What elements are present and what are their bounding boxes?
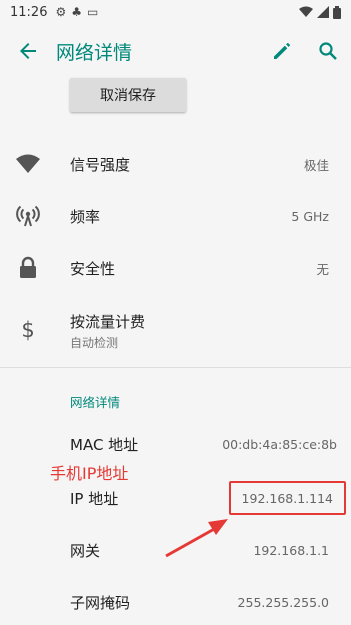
gateway-value: 192.168.1.1 <box>253 542 329 558</box>
frequency-value: 5 GHz <box>291 208 329 224</box>
gateway-label: 网关 <box>70 541 101 560</box>
signal-strength-value: 极佳 <box>303 157 329 173</box>
ip-address-label: IP 地址 <box>70 489 119 508</box>
status-time: 11:26 <box>10 4 48 20</box>
clover-icon: ♣ <box>71 5 82 19</box>
search-button[interactable] <box>305 24 351 78</box>
app-bar: 网络详情 <box>0 24 351 78</box>
row-metered[interactable]: $ 按流量计费 自动检测 <box>0 308 351 350</box>
subnet-mask-label: 子网掩码 <box>70 593 131 612</box>
row-frequency[interactable]: 频率 5 GHz <box>0 198 351 234</box>
row-gateway: 网关 192.168.1.1 <box>0 536 351 564</box>
battery-icon <box>333 5 341 19</box>
row-subnet-mask: 子网掩码 255.255.255.0 <box>0 588 351 616</box>
section-header: 网络详情 <box>70 395 121 410</box>
edit-pencil-icon <box>274 42 291 59</box>
gear-icon: ⚙ <box>55 5 67 19</box>
edit-button[interactable] <box>259 24 305 78</box>
antenna-icon <box>16 204 40 228</box>
lock-icon <box>16 256 40 280</box>
divider <box>0 367 351 368</box>
security-label: 安全性 <box>70 259 116 278</box>
mac-address-value: 00:db:4a:85:ce:8b <box>222 436 337 452</box>
security-value: 无 <box>316 261 329 277</box>
metered-sub: 自动检测 <box>70 336 119 350</box>
signal-icon <box>317 6 329 18</box>
annotation-label: 手机IP地址 <box>50 464 129 483</box>
back-button[interactable] <box>0 24 56 78</box>
signal-strength-label: 信号强度 <box>70 155 131 174</box>
status-bar: 11:26 ⚙ ♣ ▭ <box>0 0 351 24</box>
subnet-mask-value: 255.255.255.0 <box>237 594 329 610</box>
frequency-label: 频率 <box>70 207 101 226</box>
row-signal-strength[interactable]: 信号强度 极佳 <box>0 146 351 182</box>
search-icon <box>319 42 337 60</box>
dollar-icon: $ <box>21 318 35 342</box>
wifi-signal-icon <box>16 152 40 176</box>
mac-address-label: MAC 地址 <box>70 435 139 454</box>
row-security[interactable]: 安全性 无 <box>0 250 351 286</box>
cancel-save-button[interactable]: 取消保存 <box>70 78 186 112</box>
annotation-highlight-box <box>229 481 346 515</box>
page-title: 网络详情 <box>56 41 133 64</box>
monitor-icon: ▭ <box>87 5 99 19</box>
back-arrow-icon <box>20 43 36 59</box>
metered-label: 按流量计费 <box>70 313 146 331</box>
row-mac-address: MAC 地址 00:db:4a:85:ce:8b <box>0 430 351 458</box>
wifi-icon <box>299 6 313 17</box>
